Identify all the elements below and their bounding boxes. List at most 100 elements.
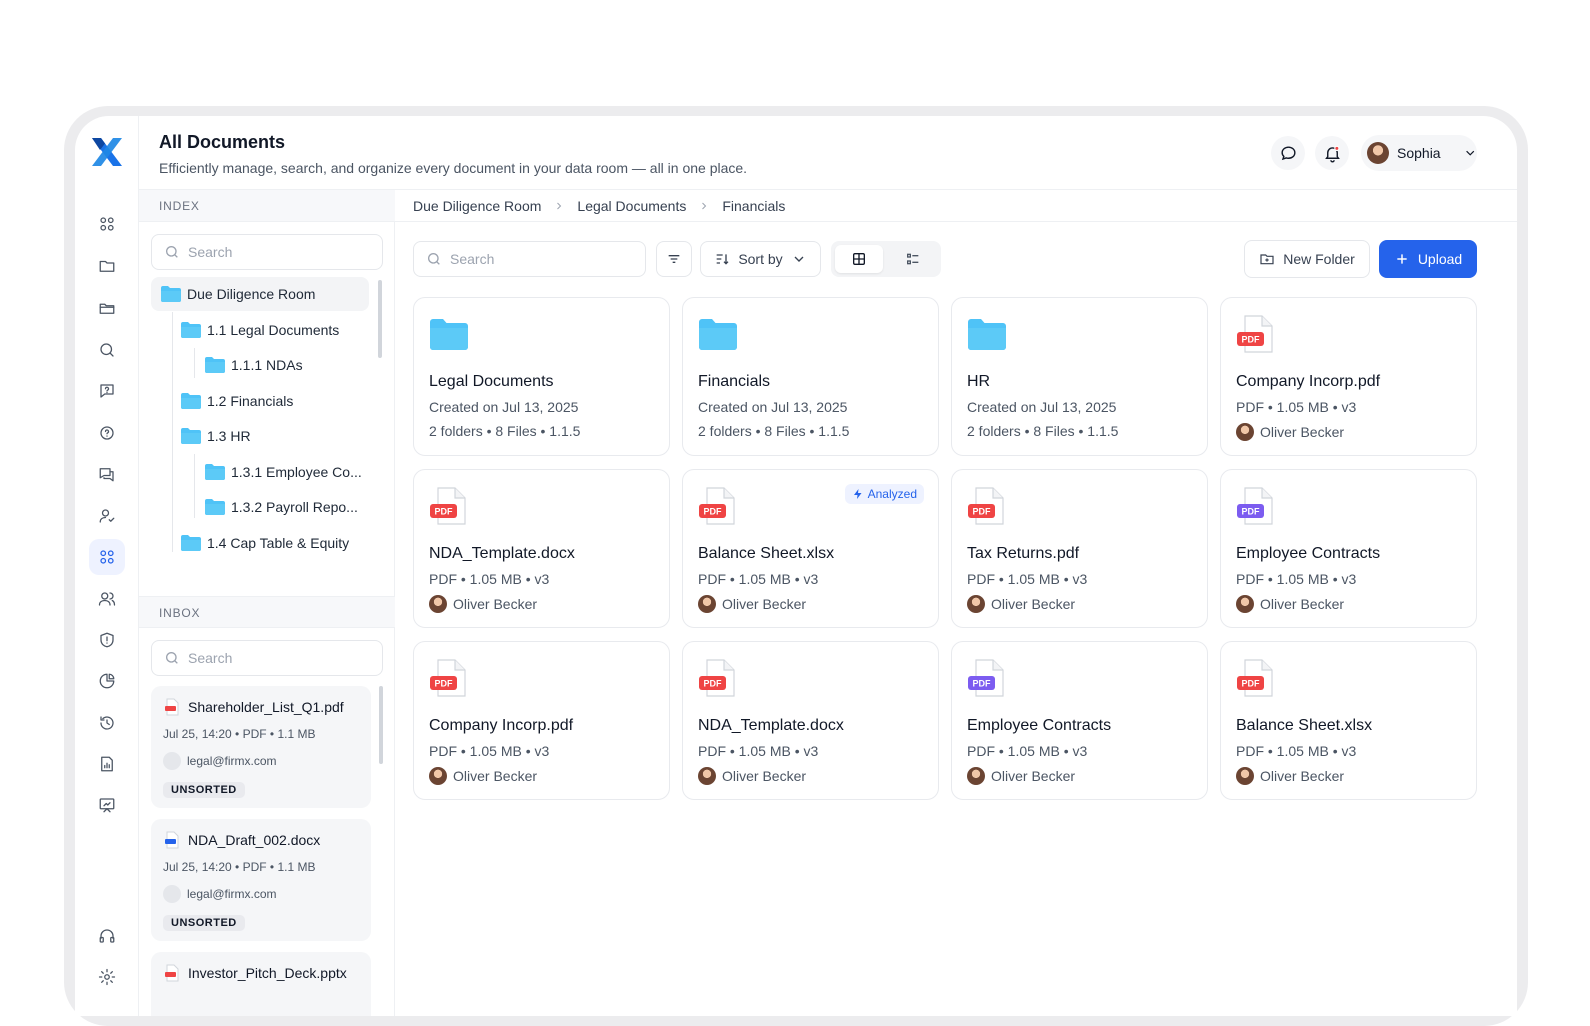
user-menu[interactable]: Sophia bbox=[1361, 135, 1477, 171]
tree-item[interactable]: Due Diligence Room bbox=[151, 277, 369, 311]
rail-folders-button[interactable] bbox=[89, 290, 125, 326]
apps-icon bbox=[100, 550, 114, 564]
file-card[interactable]: PDF Employee Contracts PDF • 1.05 MB • v3 O… bbox=[1220, 469, 1477, 628]
documents-search-input[interactable]: Search bbox=[413, 241, 646, 277]
list-view-button[interactable] bbox=[889, 245, 937, 273]
card-stats: 2 folders • 8 Files • 1.1.5 bbox=[429, 423, 581, 439]
notifications-button[interactable] bbox=[1315, 136, 1349, 170]
rail-gear-button[interactable] bbox=[89, 959, 125, 995]
inbox-search-input[interactable]: Search bbox=[151, 640, 383, 676]
rail-pie-chart-button[interactable] bbox=[89, 663, 125, 699]
tree-item[interactable]: 1.3 HR bbox=[181, 419, 251, 453]
tree-item-label: 1.3 HR bbox=[207, 428, 251, 444]
doc-file-icon bbox=[165, 831, 179, 849]
owner-name: Oliver Becker bbox=[1260, 596, 1345, 612]
grid-view-button[interactable] bbox=[835, 245, 883, 273]
rail-presentation-button[interactable] bbox=[89, 787, 125, 823]
owner-avatar bbox=[698, 767, 716, 785]
rail-question-chat-button[interactable] bbox=[89, 373, 125, 409]
tree-item[interactable]: 1.1.1 NDAs bbox=[205, 348, 303, 382]
rail-grid-button[interactable] bbox=[89, 206, 125, 242]
card-meta: PDF • 1.05 MB • v3 bbox=[1236, 571, 1357, 587]
breadcrumb-item[interactable]: Due Diligence Room bbox=[413, 198, 541, 214]
card-meta: PDF • 1.05 MB • v3 bbox=[429, 571, 550, 587]
folder-card[interactable]: Financials Created on Jul 13, 2025 2 folde… bbox=[682, 297, 939, 456]
card-owner: Oliver Becker bbox=[1236, 423, 1344, 441]
index-scrollbar[interactable] bbox=[378, 280, 382, 358]
file-card[interactable]: PDF NDA_Template.docx PDF • 1.05 MB • v3 Ol… bbox=[413, 469, 670, 628]
rail-user-check-button[interactable] bbox=[89, 498, 125, 534]
file-card[interactable]: PDF NDA_Template.docx PDF • 1.05 MB • v3 Ol… bbox=[682, 641, 939, 800]
owner-name: Oliver Becker bbox=[453, 596, 538, 612]
inbox-item[interactable]: NDA_Draft_002.docx Jul 25, 14:20 • PDF • … bbox=[151, 819, 371, 941]
inbox-item-meta: Jul 25, 14:20 • PDF • 1.1 MB bbox=[163, 727, 316, 741]
card-title: NDA_Template.docx bbox=[429, 545, 575, 562]
card-title: Tax Returns.pdf bbox=[967, 545, 1080, 562]
folder-card[interactable]: HR Created on Jul 13, 2025 2 folders • 8 F… bbox=[951, 297, 1208, 456]
documents-grid: Legal Documents Created on Jul 13, 2025 2 … bbox=[413, 297, 1478, 800]
upload-label: Upload bbox=[1417, 251, 1463, 267]
sender-avatar bbox=[163, 885, 181, 903]
file-card[interactable]: PDF Tax Returns.pdf PDF • 1.05 MB • v3 Oliv… bbox=[951, 469, 1208, 628]
plus-icon bbox=[1397, 254, 1407, 264]
upload-button[interactable]: Upload bbox=[1379, 240, 1477, 278]
grid-icon bbox=[100, 217, 114, 231]
rail-users-button[interactable] bbox=[89, 581, 125, 617]
rail-history-button[interactable] bbox=[89, 705, 125, 741]
inbox-scrollbar[interactable] bbox=[379, 686, 383, 764]
pie-chart-icon bbox=[99, 673, 115, 689]
rail-folder-button[interactable] bbox=[89, 248, 125, 284]
tree-guide bbox=[194, 454, 195, 518]
owner-avatar bbox=[1236, 423, 1254, 441]
breadcrumb-item[interactable]: Legal Documents bbox=[577, 198, 686, 214]
sort-icon bbox=[716, 254, 729, 265]
analyzed-badge: Analyzed bbox=[844, 484, 924, 504]
card-title: Company Incorp.pdf bbox=[429, 717, 574, 734]
card-meta: PDF • 1.05 MB • v3 bbox=[1236, 743, 1357, 759]
inbox-item[interactable]: Investor_Pitch_Deck.pptx bbox=[151, 952, 371, 1016]
owner-name: Oliver Becker bbox=[722, 768, 807, 784]
list-view-icon bbox=[907, 253, 919, 265]
file-card[interactable]: PDF Analyzed Balance Sheet.xlsx PDF • 1.05 … bbox=[682, 469, 939, 628]
inbox-item[interactable]: Shareholder_List_Q1.pdf Jul 25, 14:20 • P… bbox=[151, 686, 371, 808]
rail-chat-button[interactable] bbox=[89, 456, 125, 492]
card-meta: PDF • 1.05 MB • v3 bbox=[967, 743, 1088, 759]
sort-button[interactable]: Sort by bbox=[700, 241, 821, 277]
messages-button[interactable] bbox=[1271, 136, 1305, 170]
rail-headset-button[interactable] bbox=[89, 918, 125, 954]
new-folder-button[interactable]: New Folder bbox=[1244, 240, 1370, 278]
lightning-icon bbox=[853, 489, 862, 499]
folder-card[interactable]: Legal Documents Created on Jul 13, 2025 2 … bbox=[413, 297, 670, 456]
pdf-file-icon: PDF bbox=[968, 487, 1004, 525]
rail-search-button[interactable] bbox=[89, 332, 125, 368]
file-card[interactable]: PDF Company Incorp.pdf PDF • 1.05 MB • v3 O… bbox=[413, 641, 670, 800]
page-subtitle: Efficiently manage, search, and organize… bbox=[159, 160, 748, 176]
index-search-input[interactable]: Search bbox=[151, 234, 383, 270]
main-content: Due Diligence Room Legal Documents Finan… bbox=[395, 190, 1517, 1016]
tree-item[interactable]: 1.3.2 Payroll Repo... bbox=[205, 490, 358, 524]
tree-item[interactable]: 1.4 Cap Table & Equity bbox=[181, 526, 349, 560]
ppt-file-icon bbox=[165, 964, 179, 982]
folder-icon bbox=[968, 319, 1006, 350]
pdf-file-icon bbox=[165, 698, 179, 716]
file-card[interactable]: PDF Balance Sheet.xlsx PDF • 1.05 MB • v3 O… bbox=[1220, 641, 1477, 800]
bell-icon bbox=[1324, 145, 1340, 162]
rail-help-button[interactable] bbox=[89, 415, 125, 451]
tree-item[interactable]: 1.1 Legal Documents bbox=[181, 313, 339, 347]
card-meta: PDF • 1.05 MB • v3 bbox=[698, 571, 819, 587]
tree-item[interactable]: 1.2 Financials bbox=[181, 384, 293, 418]
page-header: All Documents Efficiently manage, search… bbox=[139, 116, 1517, 190]
owner-name: Oliver Becker bbox=[1260, 768, 1345, 784]
index-search-placeholder: Search bbox=[188, 244, 233, 260]
filter-button[interactable] bbox=[656, 241, 692, 277]
owner-name: Oliver Becker bbox=[991, 596, 1076, 612]
rail-report-button[interactable] bbox=[89, 746, 125, 782]
file-card[interactable]: PDF Company Incorp.pdf PDF • 1.05 MB • v3 O… bbox=[1220, 297, 1477, 456]
tree-item[interactable]: 1.3.1 Employee Co... bbox=[205, 455, 362, 489]
rail-shield-button[interactable] bbox=[89, 622, 125, 658]
app-logo-icon[interactable] bbox=[89, 134, 125, 170]
rail-apps-button[interactable] bbox=[89, 539, 125, 575]
file-card[interactable]: PDF Employee Contracts PDF • 1.05 MB • v3 O… bbox=[951, 641, 1208, 800]
file-type-label: PDF bbox=[704, 679, 723, 689]
card-title: NDA_Template.docx bbox=[698, 717, 844, 734]
